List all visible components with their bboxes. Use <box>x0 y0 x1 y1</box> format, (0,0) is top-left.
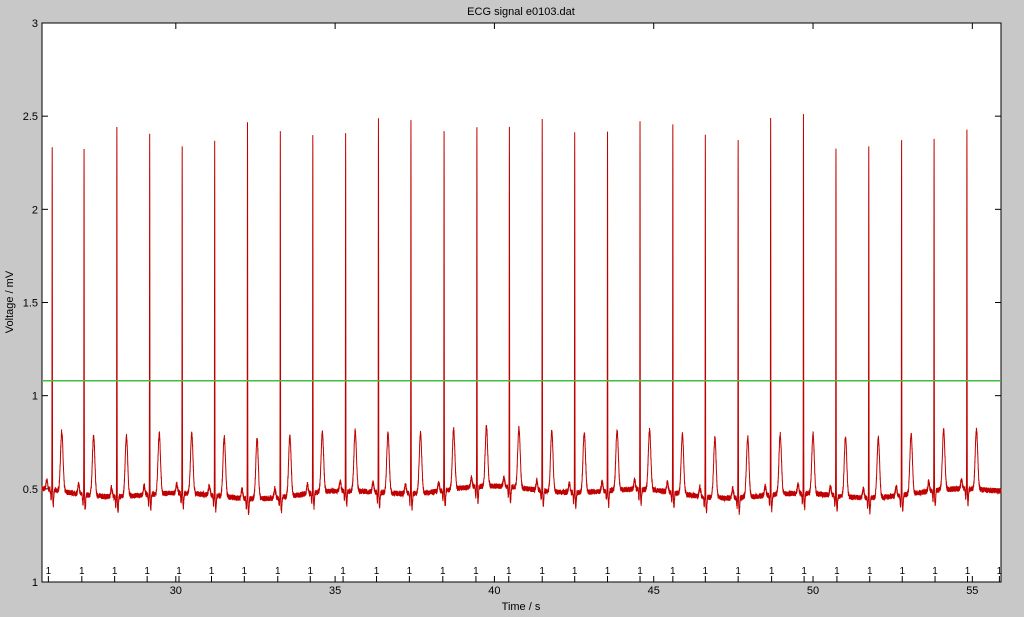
beat-marker-label: 1 <box>242 566 248 577</box>
x-tick-label: 40 <box>488 585 500 597</box>
beat-marker-label: 1 <box>79 566 85 577</box>
y-tick-label: 2 <box>32 204 38 216</box>
y-tick-label: 1 <box>32 577 38 589</box>
y-tick-label: 3 <box>32 18 38 30</box>
beat-marker-label: 1 <box>473 566 479 577</box>
beat-marker-label: 1 <box>769 566 775 577</box>
beat-marker-label: 1 <box>670 566 676 577</box>
beat-marker-label: 1 <box>440 566 446 577</box>
ecg-chart: ECG signal e0103.dat Time / s Voltage / … <box>0 0 1024 617</box>
y-tick-label: 2.5 <box>23 111 38 123</box>
x-tick-label: 35 <box>329 585 341 597</box>
beat-marker-label: 1 <box>275 566 281 577</box>
beat-marker-label: 1 <box>735 566 741 577</box>
x-axis-label: Time / s <box>502 601 541 613</box>
beat-marker-label: 1 <box>867 566 873 577</box>
beat-marker-label: 1 <box>144 566 150 577</box>
y-tick-label: 1 <box>32 391 38 403</box>
beat-marker-label: 1 <box>703 566 709 577</box>
beat-marker-label: 1 <box>407 566 413 577</box>
y-tick-label: 0.5 <box>23 484 38 496</box>
beat-marker-label: 1 <box>834 566 840 577</box>
beat-marker-label: 1 <box>637 566 643 577</box>
x-tick-label: 50 <box>807 585 819 597</box>
beat-marker-label: 1 <box>506 566 512 577</box>
beat-marker-label: 1 <box>112 566 118 577</box>
beat-marker-label: 1 <box>605 566 611 577</box>
beat-marker-label: 1 <box>374 566 380 577</box>
beat-marker-label: 1 <box>46 566 52 577</box>
beat-marker-label: 1 <box>572 566 578 577</box>
beat-marker-label: 1 <box>932 566 938 577</box>
x-tick-label: 30 <box>170 585 182 597</box>
x-tick-label: 45 <box>648 585 660 597</box>
beat-marker-label: 1 <box>307 566 313 577</box>
beat-marker-label: 1 <box>801 566 807 577</box>
beat-marker-label: 1 <box>340 566 346 577</box>
beat-marker-label: 1 <box>209 566 215 577</box>
y-axis-label: Voltage / mV <box>4 270 16 333</box>
chart-title: ECG signal e0103.dat <box>467 6 575 18</box>
beat-marker-label: 1 <box>899 566 905 577</box>
x-tick-label: 55 <box>966 585 978 597</box>
y-tick-label: 1.5 <box>23 298 38 310</box>
beat-marker-label: 1 <box>176 566 182 577</box>
beat-marker-label: 1 <box>965 566 971 577</box>
beat-marker-label: 1 <box>997 566 1003 577</box>
beat-marker-label: 1 <box>539 566 545 577</box>
